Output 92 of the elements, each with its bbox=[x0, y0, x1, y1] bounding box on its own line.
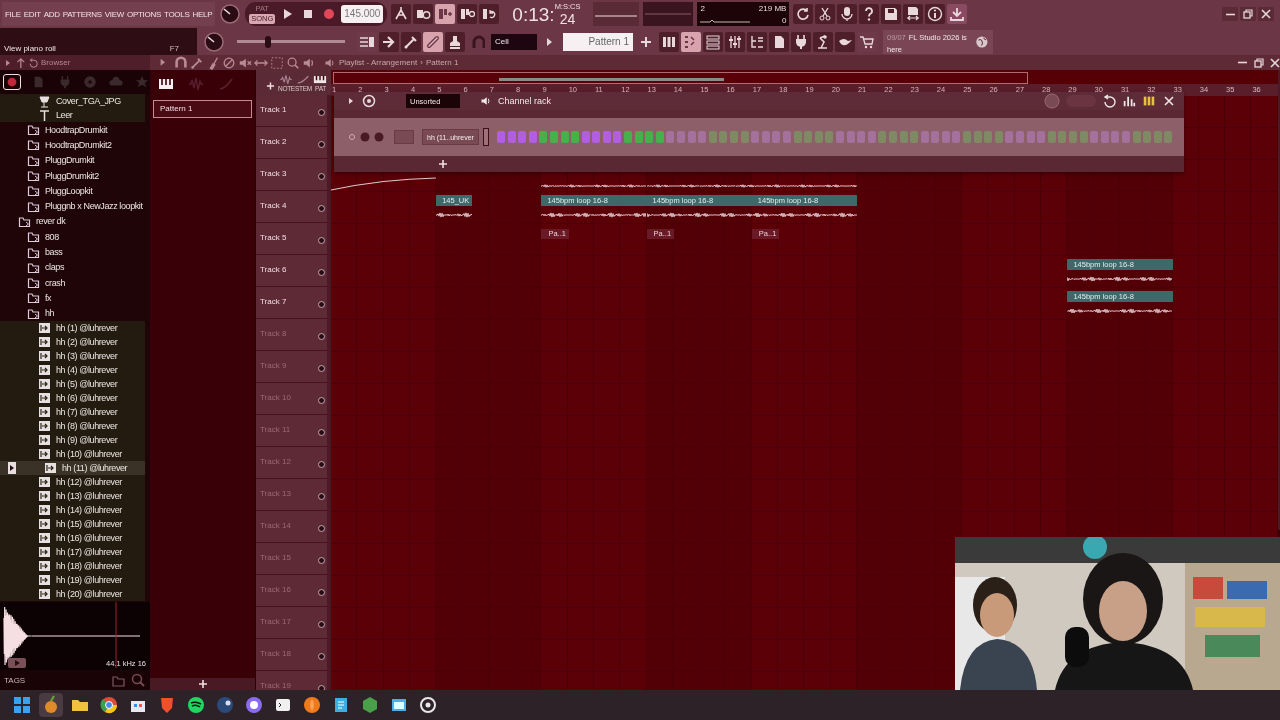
item-name: hh (14) @luhrever bbox=[56, 504, 122, 515]
menu-item[interactable]: VIEW bbox=[104, 9, 125, 19]
track-header[interactable]: Track 2 bbox=[256, 127, 327, 159]
folder-item[interactable]: 808 bbox=[0, 229, 150, 245]
item-name: hh (12) @luhrever bbox=[56, 476, 122, 487]
track-name: Track 5 bbox=[260, 233, 287, 242]
item-name: HoodtrapDrumkit2 bbox=[45, 139, 112, 150]
tree-item[interactable]: Cover_TGA_JPG bbox=[0, 94, 145, 108]
folder-item[interactable]: PluggDrumkit bbox=[0, 152, 150, 168]
item-name: Pluggnb x NewJazz loopkit bbox=[45, 201, 143, 212]
folder-item[interactable]: claps bbox=[0, 259, 150, 275]
track-header[interactable]: Track 3 bbox=[256, 159, 327, 191]
track-header[interactable]: Track 5 bbox=[256, 223, 327, 255]
track-name: Track 1 bbox=[260, 105, 287, 114]
item-name: hh bbox=[45, 308, 55, 319]
item-name: hh (13) @luhrever bbox=[56, 490, 122, 501]
item-name: hh (8) @luhrever bbox=[56, 420, 118, 431]
menu-item[interactable]: OPTIONS bbox=[127, 9, 161, 19]
track-header[interactable]: Track 6 bbox=[256, 255, 327, 287]
item-name: crash bbox=[45, 277, 65, 288]
folder-item[interactable]: fx bbox=[0, 290, 150, 306]
window-title: Playlist - Arrangement bbox=[339, 58, 418, 67]
item-name: 808 bbox=[45, 231, 59, 242]
track-name: Track 2 bbox=[260, 137, 287, 146]
time-readout: 0:13: bbox=[512, 3, 555, 27]
cpu-usage: 0 bbox=[781, 15, 787, 25]
item-name: PluggDrumkit bbox=[45, 155, 95, 166]
track-header[interactable]: Track 4 bbox=[256, 191, 327, 223]
hint-text: View piano roll bbox=[4, 44, 56, 53]
item-name: HoodtrapDrumkit bbox=[45, 124, 108, 135]
item-name: PluggDrumkit2 bbox=[45, 170, 99, 181]
shortcut-label: F7 bbox=[169, 44, 179, 53]
browser-title: Browser bbox=[41, 58, 71, 67]
item-name: hh (18) @luhrever bbox=[56, 560, 122, 571]
item-name: hh (19) @luhrever bbox=[56, 574, 122, 585]
memory-usage: 219 MB bbox=[758, 3, 787, 13]
item-name: hh (10) @luhrever bbox=[56, 448, 122, 459]
track-name: Track 7 bbox=[260, 297, 287, 306]
item-name: hh (11) @luhrever bbox=[62, 462, 128, 473]
item-name: hh (20) @luhrever bbox=[56, 588, 122, 599]
window-title: Channel rack bbox=[498, 96, 552, 106]
item-name: Leer bbox=[56, 110, 73, 120]
track-name: Track 3 bbox=[260, 169, 287, 178]
item-name: hh (9) @luhrever bbox=[56, 434, 118, 445]
item-name: hh (4) @luhrever bbox=[56, 364, 118, 375]
track-header[interactable]: Track 7 bbox=[256, 287, 327, 319]
item-name: fx bbox=[45, 292, 52, 303]
polyphony-count: 2 bbox=[700, 3, 705, 13]
item-name: hh (17) @luhrever bbox=[56, 546, 122, 557]
folder-item[interactable]: Pluggnb x NewJazz loopkit bbox=[0, 198, 150, 214]
folder-item[interactable]: crash bbox=[0, 274, 150, 291]
folder-item[interactable]: HoodtrapDrumkit2 bbox=[0, 137, 150, 153]
item-name: hh (15) @luhrever bbox=[56, 518, 122, 529]
menu-item[interactable]: FILE bbox=[5, 9, 21, 19]
pattern-item[interactable]: Pattern 1 bbox=[153, 100, 252, 118]
pattern-name: Pattern 1 bbox=[425, 58, 459, 67]
item-name: hh (6) @luhrever bbox=[56, 392, 118, 403]
folder-item[interactable]: bass bbox=[0, 244, 150, 260]
menu-item[interactable]: EDIT bbox=[23, 9, 41, 19]
time-centiseconds: 24 bbox=[559, 11, 576, 27]
item-name: Cover_TGA_JPG bbox=[56, 96, 121, 106]
folder-item[interactable]: PluggLoopkit bbox=[0, 183, 150, 199]
tempo-field[interactable]: 145.000 bbox=[341, 5, 384, 23]
menu-item[interactable]: PATTERNS bbox=[62, 9, 102, 19]
menu-item[interactable]: HELP bbox=[192, 9, 213, 19]
item-name: hh (2) @luhrever bbox=[56, 336, 118, 347]
track-header[interactable]: Track 1 bbox=[256, 95, 327, 127]
breadcrumb-separator: › bbox=[420, 58, 423, 67]
track-name: Track 12 bbox=[260, 457, 291, 466]
menu-item[interactable]: TOOLS bbox=[164, 9, 190, 19]
item-name: hh (16) @luhrever bbox=[56, 532, 122, 543]
track-name: Track 14 bbox=[260, 521, 291, 530]
folder-item[interactable]: rever dk bbox=[0, 213, 150, 230]
track-name: Track 4 bbox=[260, 201, 287, 210]
snap-dropdown[interactable]: Cell bbox=[491, 33, 537, 50]
tree-item[interactable]: Leer bbox=[0, 108, 145, 122]
folder-item[interactable]: PluggDrumkit2 bbox=[0, 167, 150, 184]
item-name: hh (5) @luhrever bbox=[56, 378, 118, 389]
folder-item[interactable]: hh bbox=[0, 305, 150, 321]
item-name: hh (7) @luhrever bbox=[56, 406, 118, 417]
item-name: PluggLoopkit bbox=[45, 185, 93, 196]
tree-item[interactable]: hh (1) @luhrever bbox=[0, 320, 145, 335]
item-name: hh (1) @luhrever bbox=[56, 322, 118, 333]
tags-label: TAGS bbox=[4, 675, 26, 685]
menu-item[interactable]: ADD bbox=[43, 9, 60, 19]
track-name: Track 6 bbox=[260, 265, 287, 274]
item-name: bass bbox=[45, 247, 63, 257]
item-name: rever dk bbox=[36, 216, 66, 227]
item-name: claps bbox=[45, 262, 64, 273]
item-name: hh (3) @luhrever bbox=[56, 350, 118, 361]
pattern-selector[interactable]: Pattern 1 bbox=[563, 32, 633, 51]
folder-item[interactable]: HoodtrapDrumkit bbox=[0, 122, 150, 138]
